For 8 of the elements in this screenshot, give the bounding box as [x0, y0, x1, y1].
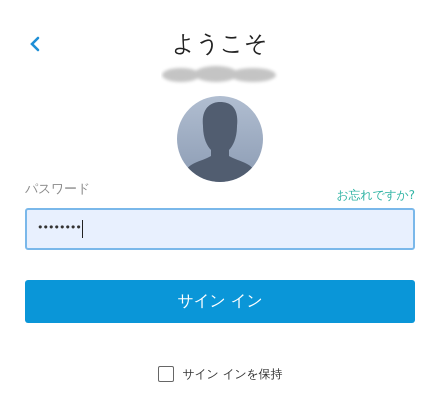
password-field[interactable]: ••••••••: [25, 208, 415, 250]
keep-signed-in-checkbox[interactable]: [158, 366, 174, 382]
forgot-password-link[interactable]: お忘れですか?: [336, 186, 415, 204]
keep-signed-in-label: サイン インを保持: [182, 366, 282, 382]
sign-in-button[interactable]: サイン イン: [25, 280, 415, 322]
page-title: ようこそ: [172, 32, 268, 56]
password-label: パスワード: [25, 181, 90, 199]
avatar-icon: [177, 96, 263, 182]
